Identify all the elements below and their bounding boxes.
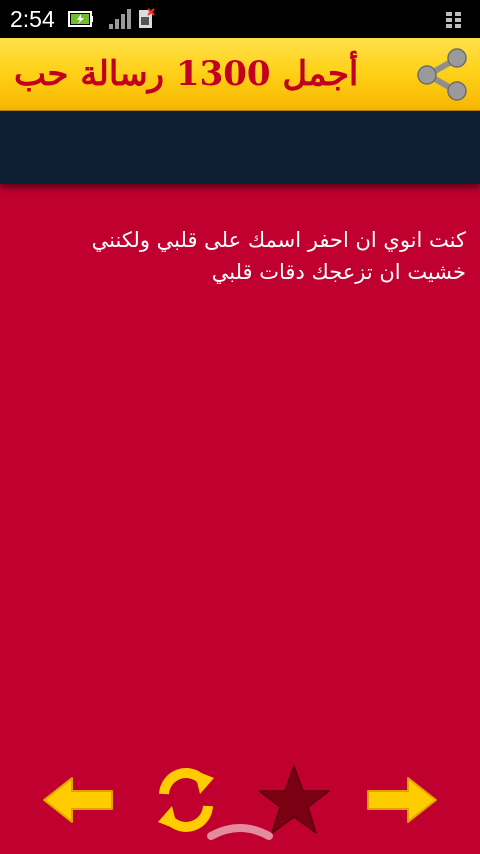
arrow-right-icon[interactable] [366, 776, 438, 824]
signal-bars-icon [109, 9, 131, 29]
menu-grid-icon [446, 12, 461, 28]
sim-no-service-icon [139, 8, 155, 28]
arrow-left-icon[interactable] [42, 776, 114, 824]
status-bar: 2:54 [0, 0, 480, 38]
status-time: 2:54 [10, 6, 55, 32]
app-title: أجمل 1300 رسالة حب [14, 54, 359, 94]
app-header: أجمل 1300 رسالة حب [0, 38, 480, 111]
pull-handle[interactable] [205, 818, 275, 844]
share-icon[interactable] [412, 44, 472, 104]
battery-charging-icon [68, 11, 93, 27]
message-text: كنت انوي ان احفر اسمك على قلبي ولكنني خش… [91, 228, 466, 284]
banner-area [0, 111, 480, 184]
